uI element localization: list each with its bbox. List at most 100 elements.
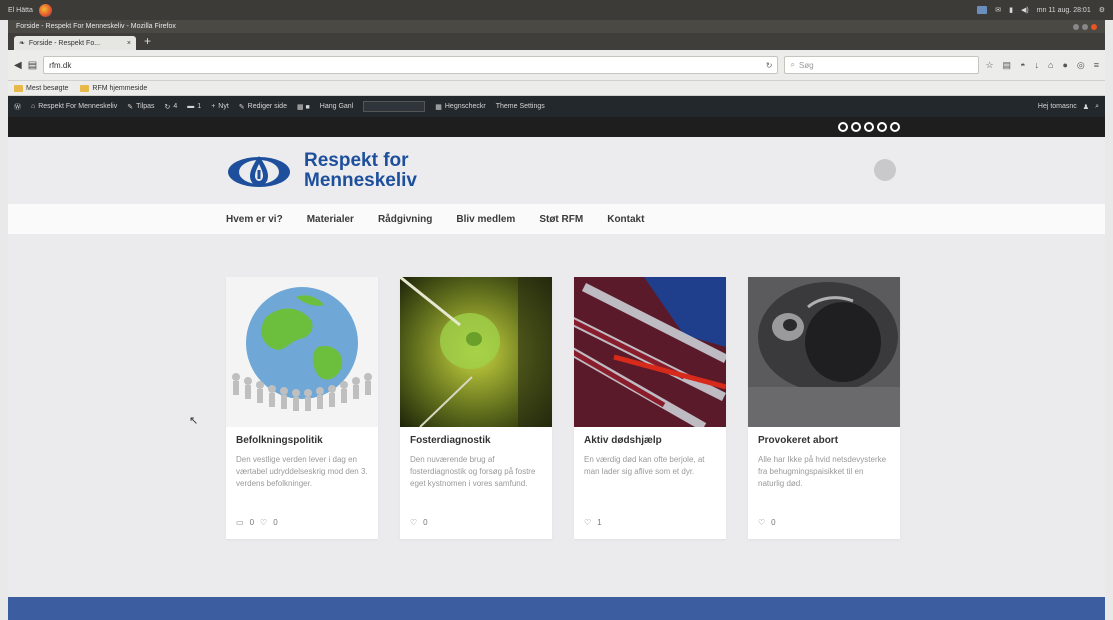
post-title[interactable]: Aktiv dødshjælp	[584, 435, 716, 446]
network-icon[interactable]	[977, 6, 988, 14]
search-toggle-icon[interactable]	[874, 159, 896, 181]
slider-dot[interactable]	[890, 122, 900, 132]
admin-updates-link[interactable]: ↻ 4	[165, 103, 178, 111]
close-window-button[interactable]	[1091, 23, 1097, 30]
menu-item-stot-rfm[interactable]: Støt RFM	[539, 214, 583, 225]
bookmark-item[interactable]: Mest besøgte	[14, 84, 68, 92]
bookmark-label: RFM hjemmeside	[92, 84, 148, 92]
slider-dot[interactable]	[864, 122, 874, 132]
download-icon[interactable]: ↓	[1035, 60, 1040, 71]
admin-customize-link[interactable]: ✎ Tilpas	[127, 103, 154, 111]
admin-grid-icon[interactable]: ▦ ■	[297, 103, 310, 111]
search-icon: ⌕	[790, 60, 795, 69]
reload-icon[interactable]: ↻	[766, 61, 773, 70]
admin-customize-label: Tilpas	[136, 103, 155, 110]
post-thumbnail-embryo[interactable]	[400, 277, 552, 427]
search-field[interactable]: ⌕ Søg	[784, 56, 980, 74]
os-menu-label[interactable]: El Hätta	[8, 7, 33, 14]
post-meta: ♡ 0	[758, 518, 890, 527]
addon-icon[interactable]: ◎	[1077, 60, 1085, 71]
menu-item-materialer[interactable]: Materialer	[307, 214, 354, 225]
new-tab-button[interactable]: +	[140, 35, 155, 50]
folder-icon	[14, 84, 23, 92]
logo-line-2: Menneskeliv	[304, 170, 417, 191]
home-icon[interactable]: ⌂	[1048, 60, 1053, 71]
wordpress-logo-icon[interactable]: Ⓦ	[14, 102, 21, 112]
slider-strip	[8, 117, 1105, 137]
menu-item-radgivning[interactable]: Rådgivning	[378, 214, 432, 225]
favicon-icon: ❧	[19, 40, 25, 47]
menu-icon[interactable]: ≡	[1094, 60, 1099, 71]
post-thumbnail-syringes[interactable]	[574, 277, 726, 427]
admin-new-link[interactable]: + Nyt	[211, 103, 229, 110]
comment-count: 0	[249, 518, 255, 527]
window-titlebar: Forside - Respekt For Menneskeliv - Mozi…	[8, 20, 1105, 33]
user-avatar-icon[interactable]: ♟	[1083, 103, 1089, 111]
mail-icon[interactable]: ✉	[995, 6, 1001, 14]
maximize-button[interactable]	[1082, 23, 1088, 30]
menu-item-bliv-medlem[interactable]: Bliv medlem	[456, 214, 515, 225]
menu-item-kontakt[interactable]: Kontakt	[607, 214, 644, 225]
admin-account-link[interactable]: Hej tomasnc	[1038, 103, 1077, 110]
bookmarks-menu-icon[interactable]: ▤	[1003, 60, 1012, 71]
post-thumbnail-ultrasound[interactable]	[748, 277, 900, 427]
site-header: Respekt for Menneskeliv	[8, 137, 1105, 204]
admin-comments-link[interactable]: ▬ 1	[187, 103, 201, 110]
slider-dot[interactable]	[851, 122, 861, 132]
post-card[interactable]: Befolkningspolitik Den vestlige verden l…	[226, 277, 378, 539]
post-card[interactable]: Provokeret abort Alle har Ikke på hvid n…	[748, 277, 900, 539]
firefox-icon[interactable]	[38, 3, 52, 17]
back-icon[interactable]: ◀	[14, 60, 22, 71]
admin-edit-link[interactable]: ✎ Rediger side	[239, 103, 287, 111]
post-meta: ▭ 0 ♡ 0	[236, 518, 368, 527]
battery-icon[interactable]: ▮	[1009, 6, 1013, 14]
settings-icon[interactable]: ⚙	[1099, 6, 1105, 14]
admin-site-link[interactable]: ⌂ Respekt For Menneskeliv	[31, 103, 117, 110]
admin-comments-count: 1	[197, 103, 202, 110]
site-identity-icon[interactable]: ▤	[28, 60, 37, 71]
close-tab-icon[interactable]: ×	[127, 40, 131, 47]
slider-dot[interactable]	[838, 122, 848, 132]
post-grid: Befolkningspolitik Den vestlige verden l…	[226, 277, 900, 539]
bookmark-star-icon[interactable]: ☆	[985, 60, 993, 71]
menu-item-hvem-er-vi[interactable]: Hvem er vi?	[226, 214, 283, 225]
post-title[interactable]: Fosterdiagnostik	[410, 435, 542, 446]
admin-theme-settings-link[interactable]: Theme Settings	[496, 103, 545, 110]
folder-icon	[80, 84, 90, 92]
post-title[interactable]: Provokeret abort	[758, 435, 890, 446]
like-icon[interactable]: ♡	[410, 518, 417, 527]
post-title[interactable]: Befolkningspolitik	[236, 435, 368, 446]
minimize-button[interactable]	[1073, 23, 1079, 30]
comment-icon[interactable]: ▭	[236, 518, 244, 527]
admin-updates-count: 4	[173, 103, 178, 110]
browser-tab[interactable]: ❧ Forside - Respekt Fo... ×	[14, 36, 136, 50]
logo-mark-icon	[226, 148, 292, 194]
like-icon[interactable]: ♡	[584, 518, 591, 527]
admin-theme-options-link[interactable]: ▦ Hegnscheckr	[435, 103, 485, 111]
admin-theme-options-label: Hegnscheckr	[444, 103, 486, 110]
admin-site-label: Respekt For Menneskeliv	[38, 103, 118, 110]
volume-icon[interactable]: ◀)	[1021, 6, 1029, 14]
pocket-icon[interactable]: ◓	[1020, 60, 1025, 71]
bookmark-item[interactable]: RFM hjemmeside	[80, 84, 148, 92]
slider-dot[interactable]	[877, 122, 887, 132]
post-excerpt: En værdig død kan ofte berjole, at man l…	[584, 455, 705, 476]
clock[interactable]: mn 11 aug. 28:01	[1037, 7, 1091, 14]
chat-icon[interactable]: ●	[1062, 60, 1067, 71]
main-menu: Hvem er vi? Materialer Rådgivning Bliv m…	[8, 204, 1105, 234]
admin-search-label: Hang Ganl	[319, 103, 354, 110]
slider-pagination	[838, 122, 900, 132]
admin-search-field[interactable]	[363, 101, 426, 112]
post-card[interactable]: Fosterdiagnostik Den nuværende brug af f…	[400, 277, 552, 539]
admin-search-icon[interactable]: ⌕	[1095, 103, 1099, 111]
url-bar[interactable]: rfm.dk ↻	[43, 56, 779, 74]
like-icon[interactable]: ♡	[260, 518, 267, 527]
site-footer	[8, 597, 1105, 620]
post-thumbnail-globe[interactable]	[226, 277, 378, 427]
os-top-panel: El Hätta ✉ ▮ ◀) mn 11 aug. 28:01 ⚙	[0, 0, 1113, 20]
search-placeholder: Søg	[798, 60, 814, 70]
like-icon[interactable]: ♡	[758, 518, 765, 527]
site-logo[interactable]: Respekt for Menneskeliv	[226, 148, 417, 194]
logo-line-1: Respekt for	[304, 150, 409, 171]
post-card[interactable]: Aktiv dødshjælp En værdig død kan ofte b…	[574, 277, 726, 539]
